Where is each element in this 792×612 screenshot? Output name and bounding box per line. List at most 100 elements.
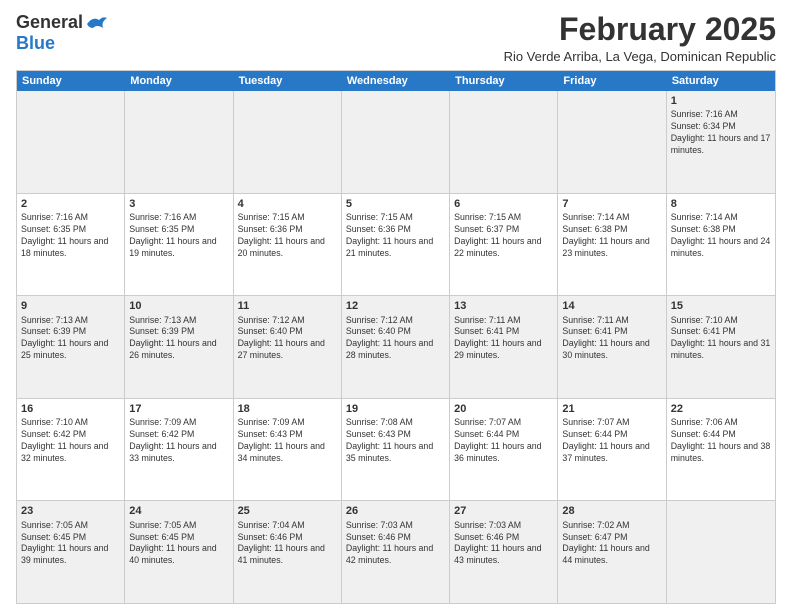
day-info: Sunrise: 7:05 AM Sunset: 6:45 PM Dayligh…: [129, 520, 228, 568]
day-number: 11: [238, 299, 337, 313]
day-number: 5: [346, 197, 445, 211]
calendar-week-4: 16Sunrise: 7:10 AM Sunset: 6:42 PM Dayli…: [17, 399, 775, 502]
calendar: Sunday Monday Tuesday Wednesday Thursday…: [16, 70, 776, 604]
calendar-cell: 14Sunrise: 7:11 AM Sunset: 6:41 PM Dayli…: [558, 296, 666, 398]
day-number: 28: [562, 504, 661, 518]
calendar-cell: 1Sunrise: 7:16 AM Sunset: 6:34 PM Daylig…: [667, 91, 775, 193]
calendar-cell: 11 Sunrise: 7:12 AM Sunset: 6:40 PM Dayli…: [234, 296, 342, 398]
header-thursday: Thursday: [450, 71, 558, 91]
calendar-cell: 15 Sunrise: 7:10 AM Sunset: 6:41 PM Dayli…: [667, 296, 775, 398]
day-number: 12: [346, 299, 445, 313]
day-info: Sunrise: 7:12 AM Sunset: 6:40 PM Dayligh…: [238, 315, 337, 363]
header: General Blue February 2025 Rio Verde Arr…: [16, 12, 776, 64]
calendar-week-3: 9 Sunrise: 7:13 AM Sunset: 6:39 PM Daylig…: [17, 296, 775, 399]
header-tuesday: Tuesday: [234, 71, 342, 91]
calendar-cell: 7Sunrise: 7:14 AM Sunset: 6:38 PM Daylig…: [558, 194, 666, 296]
day-info: Sunrise: 7:14 AM Sunset: 6:38 PM Dayligh…: [671, 212, 771, 260]
calendar-cell: 5Sunrise: 7:15 AM Sunset: 6:36 PM Daylig…: [342, 194, 450, 296]
day-info: Sunrise: 7:09 AM Sunset: 6:42 PM Dayligh…: [129, 417, 228, 465]
day-number: 19: [346, 402, 445, 416]
logo: General Blue: [16, 12, 107, 54]
day-number: 23: [21, 504, 120, 518]
day-number: 15: [671, 299, 771, 313]
calendar-cell: [667, 501, 775, 603]
calendar-header: Sunday Monday Tuesday Wednesday Thursday…: [17, 71, 775, 91]
calendar-cell: 20Sunrise: 7:07 AM Sunset: 6:44 PM Dayli…: [450, 399, 558, 501]
day-info: Sunrise: 7:15 AM Sunset: 6:37 PM Dayligh…: [454, 212, 553, 260]
calendar-cell: 4Sunrise: 7:15 AM Sunset: 6:36 PM Daylig…: [234, 194, 342, 296]
calendar-cell: 24 Sunrise: 7:05 AM Sunset: 6:45 PM Dayli…: [125, 501, 233, 603]
header-monday: Monday: [125, 71, 233, 91]
day-info: Sunrise: 7:16 AM Sunset: 6:35 PM Dayligh…: [21, 212, 120, 260]
calendar-cell: 6Sunrise: 7:15 AM Sunset: 6:37 PM Daylig…: [450, 194, 558, 296]
calendar-cell: 2Sunrise: 7:16 AM Sunset: 6:35 PM Daylig…: [17, 194, 125, 296]
day-number: 16: [21, 402, 120, 416]
calendar-cell: 12 Sunrise: 7:12 AM Sunset: 6:40 PM Dayli…: [342, 296, 450, 398]
day-info: Sunrise: 7:07 AM Sunset: 6:44 PM Dayligh…: [454, 417, 553, 465]
day-info: Sunrise: 7:13 AM Sunset: 6:39 PM Dayligh…: [129, 315, 228, 363]
calendar-week-2: 2Sunrise: 7:16 AM Sunset: 6:35 PM Daylig…: [17, 194, 775, 297]
calendar-cell: 10 Sunrise: 7:13 AM Sunset: 6:39 PM Dayli…: [125, 296, 233, 398]
day-number: 24: [129, 504, 228, 518]
day-number: 18: [238, 402, 337, 416]
calendar-cell: 19Sunrise: 7:08 AM Sunset: 6:43 PM Dayli…: [342, 399, 450, 501]
subtitle: Rio Verde Arriba, La Vega, Dominican Rep…: [504, 49, 776, 64]
day-number: 20: [454, 402, 553, 416]
day-info: Sunrise: 7:10 AM Sunset: 6:42 PM Dayligh…: [21, 417, 120, 465]
calendar-cell: 13 Sunrise: 7:11 AM Sunset: 6:41 PM Dayli…: [450, 296, 558, 398]
page: General Blue February 2025 Rio Verde Arr…: [0, 0, 792, 612]
calendar-week-5: 23 Sunrise: 7:05 AM Sunset: 6:45 PM Dayli…: [17, 501, 775, 603]
day-number: 26: [346, 504, 445, 518]
day-info: Sunrise: 7:15 AM Sunset: 6:36 PM Dayligh…: [238, 212, 337, 260]
header-friday: Friday: [558, 71, 666, 91]
header-wednesday: Wednesday: [342, 71, 450, 91]
day-number: 6: [454, 197, 553, 211]
day-info: Sunrise: 7:03 AM Sunset: 6:46 PM Dayligh…: [454, 520, 553, 568]
day-info: Sunrise: 7:06 AM Sunset: 6:44 PM Dayligh…: [671, 417, 771, 465]
day-number: 2: [21, 197, 120, 211]
day-number: 17: [129, 402, 228, 416]
day-number: 10: [129, 299, 228, 313]
day-number: 3: [129, 197, 228, 211]
header-sunday: Sunday: [17, 71, 125, 91]
day-info: Sunrise: 7:08 AM Sunset: 6:43 PM Dayligh…: [346, 417, 445, 465]
day-number: 8: [671, 197, 771, 211]
calendar-cell: 17Sunrise: 7:09 AM Sunset: 6:42 PM Dayli…: [125, 399, 233, 501]
calendar-cell: 8Sunrise: 7:14 AM Sunset: 6:38 PM Daylig…: [667, 194, 775, 296]
day-number: 14: [562, 299, 661, 313]
day-number: 27: [454, 504, 553, 518]
calendar-cell: 27 Sunrise: 7:03 AM Sunset: 6:46 PM Dayli…: [450, 501, 558, 603]
calendar-cell: 22Sunrise: 7:06 AM Sunset: 6:44 PM Dayli…: [667, 399, 775, 501]
calendar-cell: [17, 91, 125, 193]
day-info: Sunrise: 7:02 AM Sunset: 6:47 PM Dayligh…: [562, 520, 661, 568]
day-number: 7: [562, 197, 661, 211]
day-number: 9: [21, 299, 120, 313]
calendar-cell: [342, 91, 450, 193]
calendar-cell: 18Sunrise: 7:09 AM Sunset: 6:43 PM Dayli…: [234, 399, 342, 501]
month-title: February 2025: [504, 12, 776, 47]
calendar-cell: 28 Sunrise: 7:02 AM Sunset: 6:47 PM Dayli…: [558, 501, 666, 603]
header-saturday: Saturday: [667, 71, 775, 91]
calendar-cell: [125, 91, 233, 193]
day-info: Sunrise: 7:04 AM Sunset: 6:46 PM Dayligh…: [238, 520, 337, 568]
day-number: 25: [238, 504, 337, 518]
day-number: 1: [671, 94, 771, 108]
day-info: Sunrise: 7:11 AM Sunset: 6:41 PM Dayligh…: [454, 315, 553, 363]
day-info: Sunrise: 7:13 AM Sunset: 6:39 PM Dayligh…: [21, 315, 120, 363]
title-section: February 2025 Rio Verde Arriba, La Vega,…: [504, 12, 776, 64]
calendar-cell: 25 Sunrise: 7:04 AM Sunset: 6:46 PM Dayli…: [234, 501, 342, 603]
day-info: Sunrise: 7:16 AM Sunset: 6:34 PM Dayligh…: [671, 109, 771, 157]
calendar-cell: [558, 91, 666, 193]
calendar-cell: 26Sunrise: 7:03 AM Sunset: 6:46 PM Dayli…: [342, 501, 450, 603]
calendar-cell: 21Sunrise: 7:07 AM Sunset: 6:44 PM Dayli…: [558, 399, 666, 501]
day-number: 13: [454, 299, 553, 313]
day-info: Sunrise: 7:10 AM Sunset: 6:41 PM Dayligh…: [671, 315, 771, 363]
calendar-cell: 16Sunrise: 7:10 AM Sunset: 6:42 PM Dayli…: [17, 399, 125, 501]
calendar-cell: 9 Sunrise: 7:13 AM Sunset: 6:39 PM Daylig…: [17, 296, 125, 398]
calendar-cell: [450, 91, 558, 193]
day-info: Sunrise: 7:14 AM Sunset: 6:38 PM Dayligh…: [562, 212, 661, 260]
day-number: 21: [562, 402, 661, 416]
calendar-body: 1Sunrise: 7:16 AM Sunset: 6:34 PM Daylig…: [17, 91, 775, 603]
day-info: Sunrise: 7:15 AM Sunset: 6:36 PM Dayligh…: [346, 212, 445, 260]
day-info: Sunrise: 7:12 AM Sunset: 6:40 PM Dayligh…: [346, 315, 445, 363]
